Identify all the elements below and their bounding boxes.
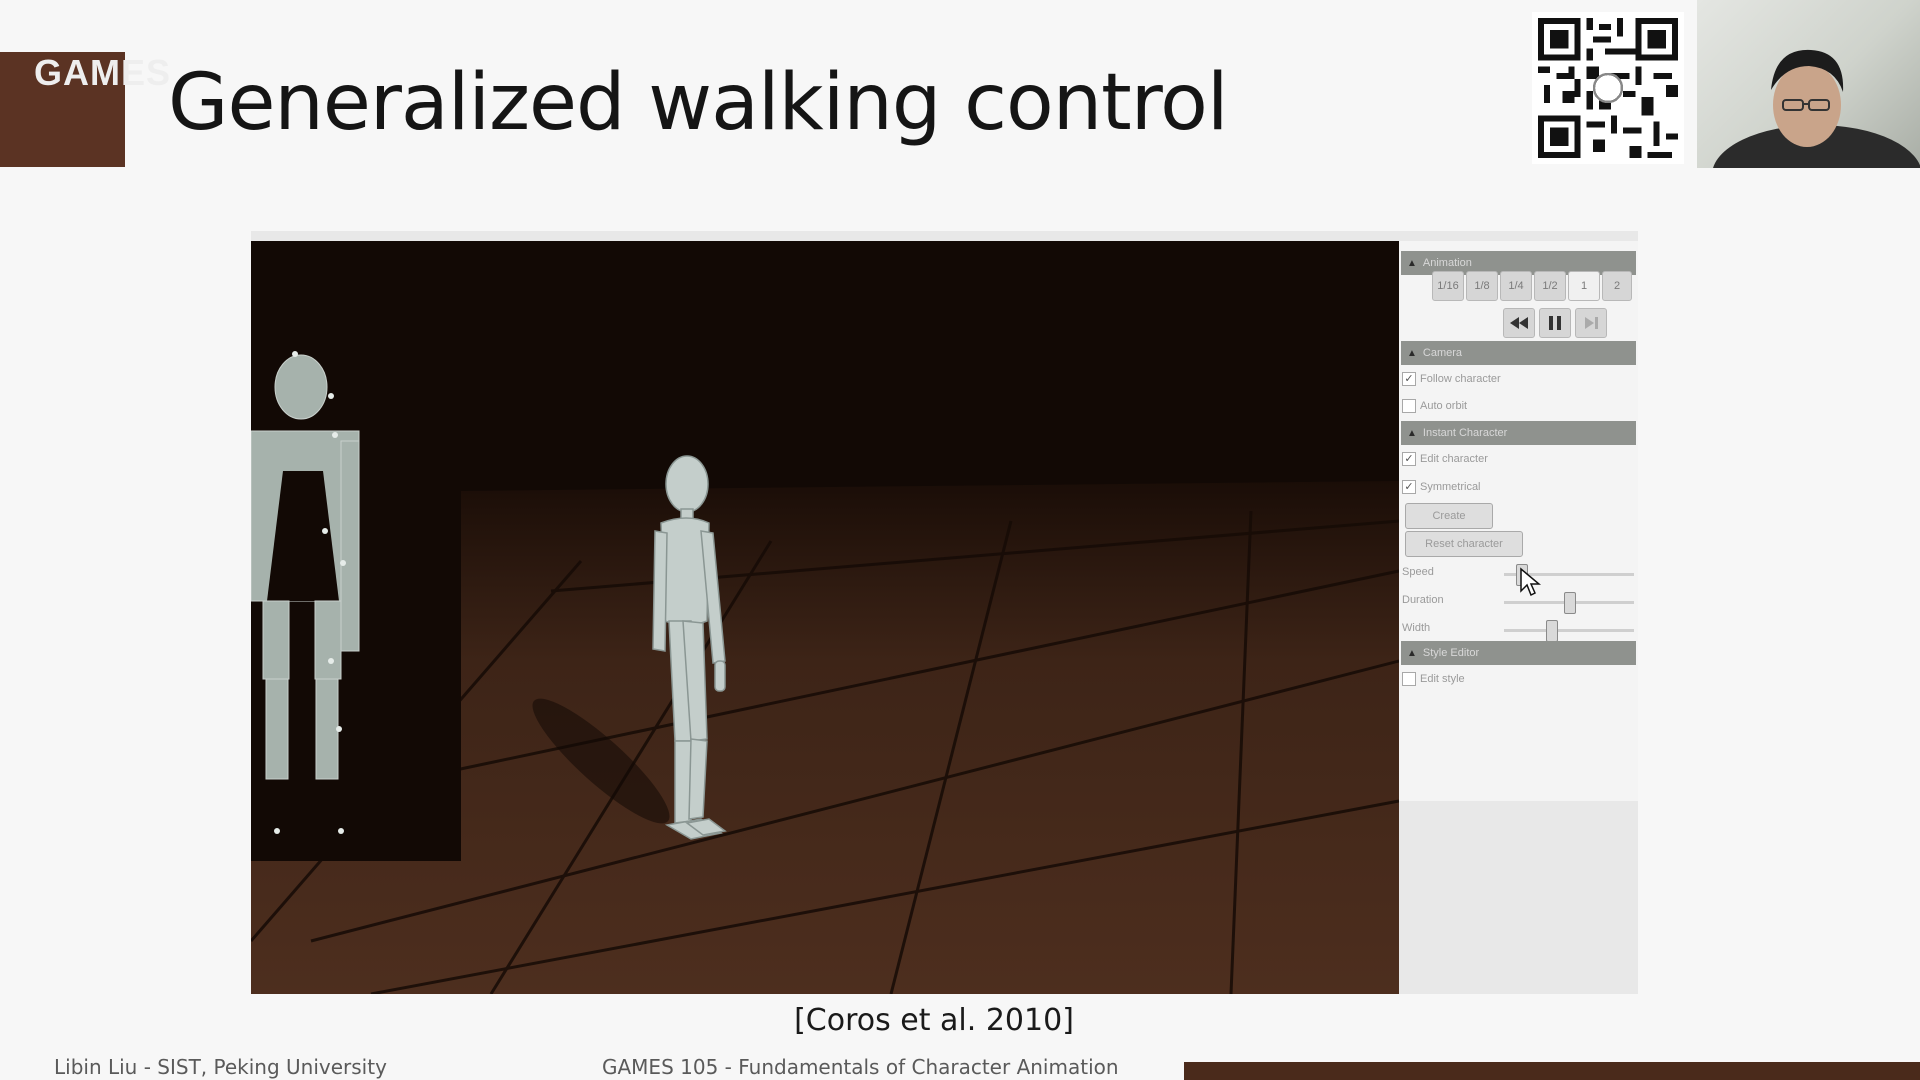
footer-course: GAMES 105 - Fundamentals of Character An… — [602, 1055, 1119, 1079]
speed-1-8-button[interactable]: 1/8 — [1466, 271, 1498, 301]
style-editor-section-header[interactable]: ▲ Style Editor — [1401, 641, 1636, 665]
auto-orbit-checkbox[interactable]: Auto orbit — [1402, 396, 1467, 416]
speed-2-button[interactable]: 2 — [1602, 271, 1632, 301]
collapse-triangle-icon: ▲ — [1407, 348, 1417, 359]
step-icon — [1585, 317, 1598, 329]
instant-character-section-header[interactable]: ▲ Instant Character — [1401, 421, 1636, 445]
speed-slider-label: Speed — [1402, 566, 1434, 578]
webcam-feed — [1697, 0, 1920, 168]
mouse-cursor-icon — [1520, 567, 1541, 597]
pause-icon — [1549, 316, 1561, 330]
footer-accent-bar — [1184, 1062, 1920, 1080]
step-button[interactable] — [1575, 308, 1607, 338]
simulation-viewport[interactable] — [251, 241, 1399, 994]
edit-style-checkbox[interactable]: Edit style — [1402, 669, 1465, 689]
checkbox-checked-icon: ✓ — [1402, 452, 1416, 467]
slide-title: Generalized walking control — [168, 58, 1229, 148]
edit-character-checkbox[interactable]: ✓ Edit character — [1402, 449, 1488, 469]
duration-slider-thumb[interactable] — [1564, 592, 1576, 614]
width-slider-thumb[interactable] — [1546, 620, 1558, 642]
collapse-triangle-icon: ▲ — [1407, 648, 1417, 659]
camera-section-header[interactable]: ▲ Camera — [1401, 341, 1636, 365]
duration-slider-label: Duration — [1402, 594, 1444, 606]
checkbox-unchecked-icon — [1402, 399, 1416, 414]
qr-code — [1532, 12, 1684, 164]
brand-logo-text: GAMES — [34, 52, 172, 93]
speed-1-16-button[interactable]: 1/16 — [1432, 271, 1464, 301]
checkbox-unchecked-icon — [1402, 672, 1416, 687]
collapse-triangle-icon: ▲ — [1407, 258, 1417, 269]
footer-author: Libin Liu - SIST, Peking University — [54, 1055, 387, 1079]
speed-1-button[interactable]: 1 — [1568, 271, 1600, 301]
create-button[interactable]: Create — [1405, 503, 1493, 529]
follow-character-checkbox[interactable]: ✓ Follow character — [1402, 369, 1501, 389]
collapse-triangle-icon: ▲ — [1407, 428, 1417, 439]
rewind-button[interactable] — [1503, 308, 1535, 338]
width-slider[interactable] — [1504, 629, 1634, 632]
speed-1-4-button[interactable]: 1/4 — [1500, 271, 1532, 301]
rewind-icon — [1510, 317, 1528, 329]
pause-button[interactable] — [1539, 308, 1571, 338]
reset-character-button[interactable]: Reset character — [1405, 531, 1523, 557]
citation: [Coros et al. 2010] — [794, 1003, 1074, 1038]
speed-1-2-button[interactable]: 1/2 — [1534, 271, 1566, 301]
width-slider-label: Width — [1402, 622, 1431, 634]
control-panel: ▲ Animation 1/16 1/8 1/4 1/2 1 2 ▲ Camera … — [1399, 241, 1638, 801]
symmetrical-checkbox[interactable]: ✓ Symmetrical — [1402, 477, 1481, 497]
checkbox-checked-icon: ✓ — [1402, 372, 1416, 387]
checkbox-checked-icon: ✓ — [1402, 480, 1416, 495]
